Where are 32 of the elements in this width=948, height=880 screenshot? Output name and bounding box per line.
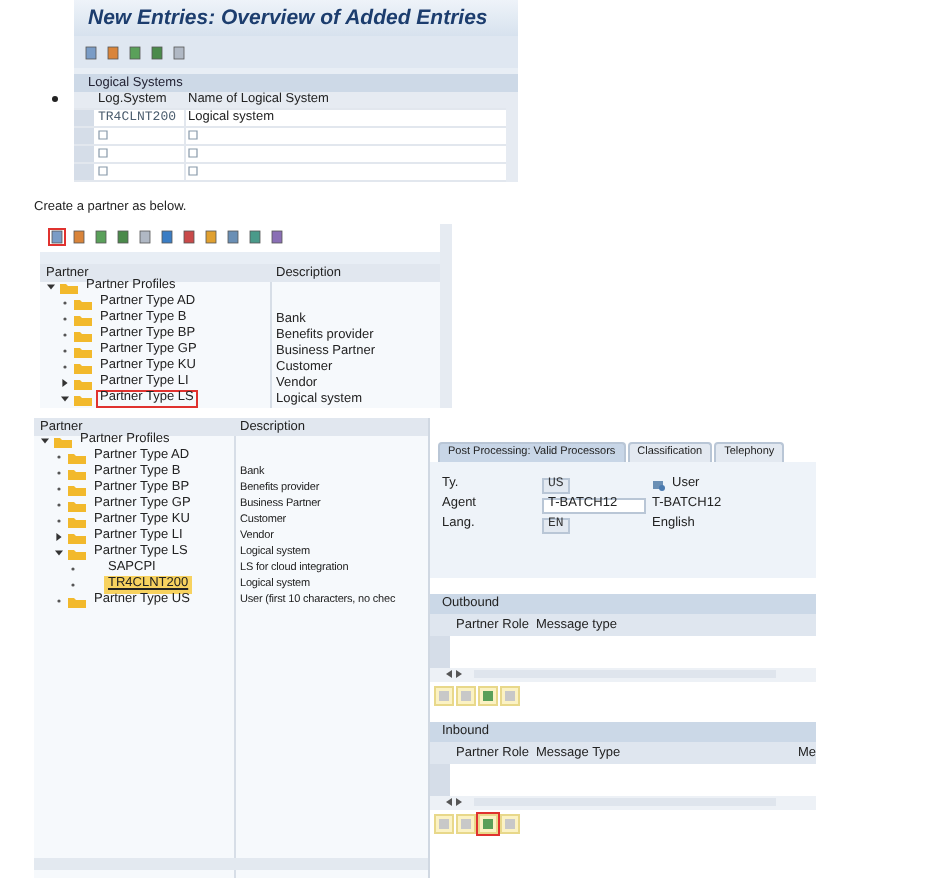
tool-button[interactable] bbox=[148, 43, 166, 61]
tool-button[interactable] bbox=[48, 228, 66, 246]
tool-button[interactable] bbox=[92, 228, 110, 246]
scroll-left-icon bbox=[446, 798, 452, 806]
tool-button[interactable] bbox=[70, 228, 88, 246]
scroll-right-icon bbox=[456, 798, 462, 806]
checkbox-icon bbox=[188, 166, 198, 176]
checkbox-icon bbox=[98, 130, 108, 140]
tool-button[interactable] bbox=[202, 228, 220, 246]
scroll-right-icon bbox=[456, 670, 462, 678]
bullet-icon bbox=[52, 96, 58, 102]
tool-button[interactable] bbox=[136, 228, 154, 246]
tool-button[interactable] bbox=[82, 43, 100, 61]
checkbox-icon bbox=[188, 148, 198, 158]
tool-button[interactable] bbox=[158, 228, 176, 246]
tool-button[interactable] bbox=[170, 43, 188, 61]
tool-button[interactable] bbox=[246, 228, 264, 246]
scrollbar[interactable] bbox=[506, 92, 518, 182]
checkbox-icon bbox=[98, 148, 108, 158]
user-icon bbox=[652, 479, 666, 491]
tool-button[interactable] bbox=[268, 228, 286, 246]
tool-button[interactable] bbox=[180, 228, 198, 246]
screen-title: New Entries: Overview of Added Entries bbox=[74, 0, 518, 36]
tool-button[interactable] bbox=[114, 228, 132, 246]
select-all-cell[interactable] bbox=[74, 92, 94, 110]
checkbox-icon bbox=[188, 130, 198, 140]
scroll-left-icon bbox=[446, 670, 452, 678]
tool-button[interactable] bbox=[126, 43, 144, 61]
checkbox-icon bbox=[98, 166, 108, 176]
tool-button[interactable] bbox=[224, 228, 242, 246]
tool-button[interactable] bbox=[104, 43, 122, 61]
scrollbar[interactable] bbox=[34, 857, 428, 869]
